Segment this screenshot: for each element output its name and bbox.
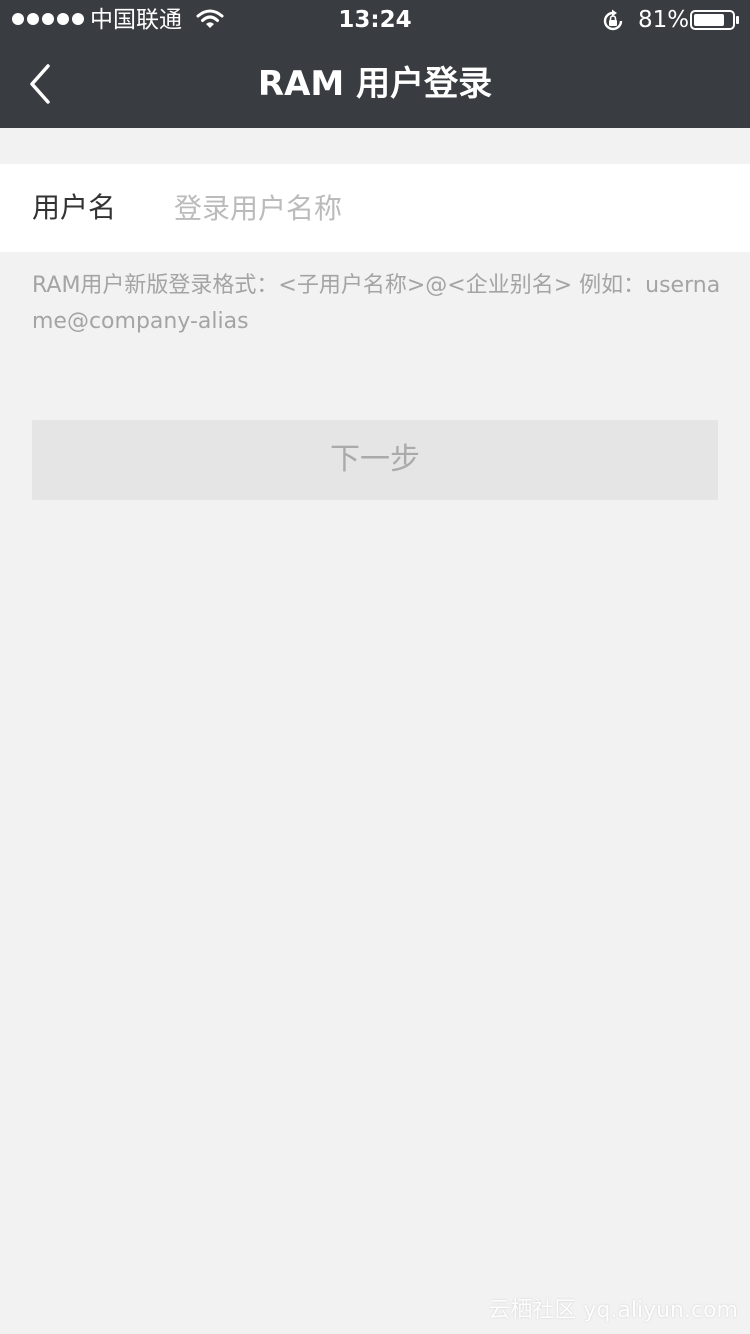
rotation-lock-icon [603,9,623,31]
login-format-hint: RAM用户新版登录格式：<子用户名称>@<企业别名> 例如：username@c… [32,273,721,334]
username-row: 用户名 [0,164,750,252]
next-step-button[interactable]: 下一步 [32,420,718,500]
page-title: RAM 用户登录 [257,64,493,104]
username-input[interactable] [174,184,714,232]
chevron-left-icon [30,64,50,104]
watermark: 云栖社区 yq.aliyun.com [488,1298,738,1323]
status-bar: 中国联通 13:24 81% [0,0,750,40]
battery-icon [690,10,739,30]
login-screen: 中国联通 13:24 81% RAM 用户登录 用户名 RAM用户 [0,0,750,1334]
battery-percent: 81% [638,7,690,33]
back-button[interactable] [18,60,66,108]
navigation-bar: RAM 用户登录 [0,40,750,128]
username-label: 用户名 [32,191,117,224]
